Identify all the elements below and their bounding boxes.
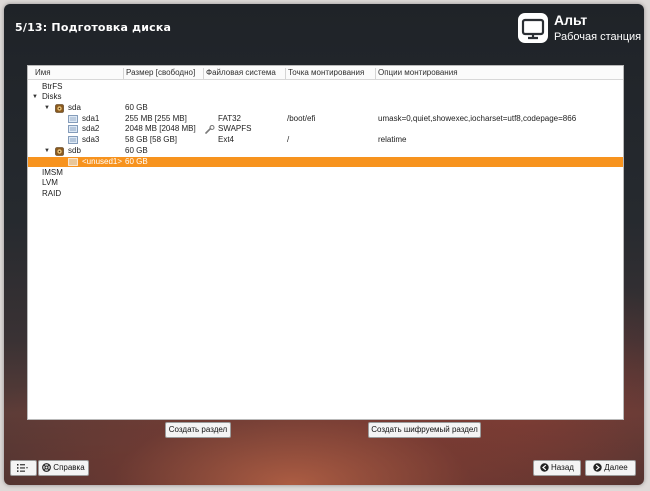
create-partition-button[interactable]: Создать раздел — [165, 422, 231, 438]
tree-row-sdb[interactable]: ▼ sdb 60 GB — [28, 146, 623, 156]
row-size: 60 GB — [125, 146, 148, 155]
next-button-label: Далее — [604, 463, 628, 472]
row-filesystem: FAT32 — [218, 114, 241, 123]
tree-row-sda2[interactable]: sda2 2048 MB [2048 MB] SWAPFS — [28, 124, 623, 134]
create-encrypted-partition-button[interactable]: Создать шифруемый раздел — [368, 422, 481, 438]
partition-icon — [68, 125, 78, 133]
partition-icon — [68, 136, 78, 144]
expand-arrow-icon[interactable]: ▼ — [32, 92, 38, 102]
back-arrow-icon — [540, 463, 549, 473]
row-size: 2048 MB [2048 MB] — [125, 124, 196, 133]
expand-arrow-icon[interactable]: ▼ — [44, 103, 50, 113]
tree-row-sda3[interactable]: sda3 58 GB [58 GB] Ext4 / relatime — [28, 135, 623, 145]
tree-row-raid[interactable]: RAID — [28, 189, 623, 199]
row-name: sda — [68, 103, 81, 112]
wrench-icon — [205, 125, 215, 134]
column-name[interactable]: Имя — [35, 68, 51, 79]
row-name: BtrFS — [42, 82, 63, 91]
next-arrow-icon — [593, 463, 602, 473]
row-mountpoint: / — [287, 135, 290, 144]
help-button[interactable]: Справка — [38, 460, 89, 476]
row-name: <unused1> — [82, 157, 123, 166]
partition-tree[interactable]: Имя Размер [свободно] Файловая система Т… — [27, 65, 624, 420]
row-filesystem: SWAPFS — [218, 124, 252, 133]
row-name: LVM — [42, 178, 58, 187]
expand-arrow-icon[interactable]: ▼ — [44, 146, 50, 156]
next-button[interactable]: Далее — [585, 460, 636, 476]
help-button-label: Справка — [53, 463, 85, 472]
brand-name: Альт — [554, 12, 588, 28]
tree-row-imsm[interactable]: IMSM — [28, 168, 623, 178]
row-filesystem: Ext4 — [218, 135, 235, 144]
tree-row-unused1[interactable]: <unused1> 60 GB — [28, 157, 623, 167]
partition-icon — [68, 115, 78, 123]
back-button[interactable]: Назад — [533, 460, 581, 476]
step-title: 5/13: Подготовка диска — [15, 21, 172, 34]
column-mount-options[interactable]: Опции монтирования — [375, 68, 458, 79]
row-size: 60 GB — [125, 103, 148, 112]
brand: Альт Рабочая станция — [554, 12, 641, 44]
back-button-label: Назад — [551, 463, 574, 472]
row-size: 255 MB [255 MB] — [125, 114, 187, 123]
installer-window: 5/13: Подготовка диска Альт Рабочая стан… — [4, 4, 644, 485]
tree-row-btrfs[interactable]: BtrFS — [28, 82, 623, 92]
row-name: sda3 — [82, 135, 100, 144]
column-size[interactable]: Размер [свободно] — [123, 68, 195, 79]
row-mount-options: relatime — [378, 135, 407, 144]
row-name: Disks — [42, 92, 62, 101]
list-menu-icon — [17, 463, 28, 472]
tree-row-sda[interactable]: ▼ sda 60 GB — [28, 103, 623, 113]
row-name: IMSM — [42, 168, 63, 177]
disk-icon — [55, 147, 64, 156]
row-name: sdb — [68, 146, 81, 155]
column-filesystem[interactable]: Файловая система — [203, 68, 276, 79]
table-header: Имя Размер [свободно] Файловая система Т… — [28, 66, 623, 80]
row-name: RAID — [42, 189, 62, 198]
help-lifebuoy-icon — [42, 463, 52, 473]
row-mount-options: umask=0,quiet,showexec,iocharset=utf8,co… — [378, 114, 577, 123]
tree-row-sda1[interactable]: sda1 255 MB [255 MB] FAT32 /boot/efi uma… — [28, 114, 623, 124]
tree-row-disks[interactable]: ▼ Disks — [28, 92, 623, 102]
free-space-icon — [68, 158, 78, 166]
disk-icon — [55, 104, 64, 113]
tree-row-lvm[interactable]: LVM — [28, 178, 623, 188]
row-name: sda2 — [82, 124, 100, 133]
row-size: 60 GB — [125, 157, 148, 166]
row-size: 58 GB [58 GB] — [125, 135, 178, 144]
alt-logo-icon — [518, 13, 548, 43]
row-name: sda1 — [82, 114, 100, 123]
menu-button[interactable] — [10, 460, 37, 476]
column-mountpoint[interactable]: Точка монтирования — [285, 68, 364, 79]
row-mountpoint: /boot/efi — [287, 114, 316, 123]
brand-subtitle: Рабочая станция — [554, 31, 642, 43]
